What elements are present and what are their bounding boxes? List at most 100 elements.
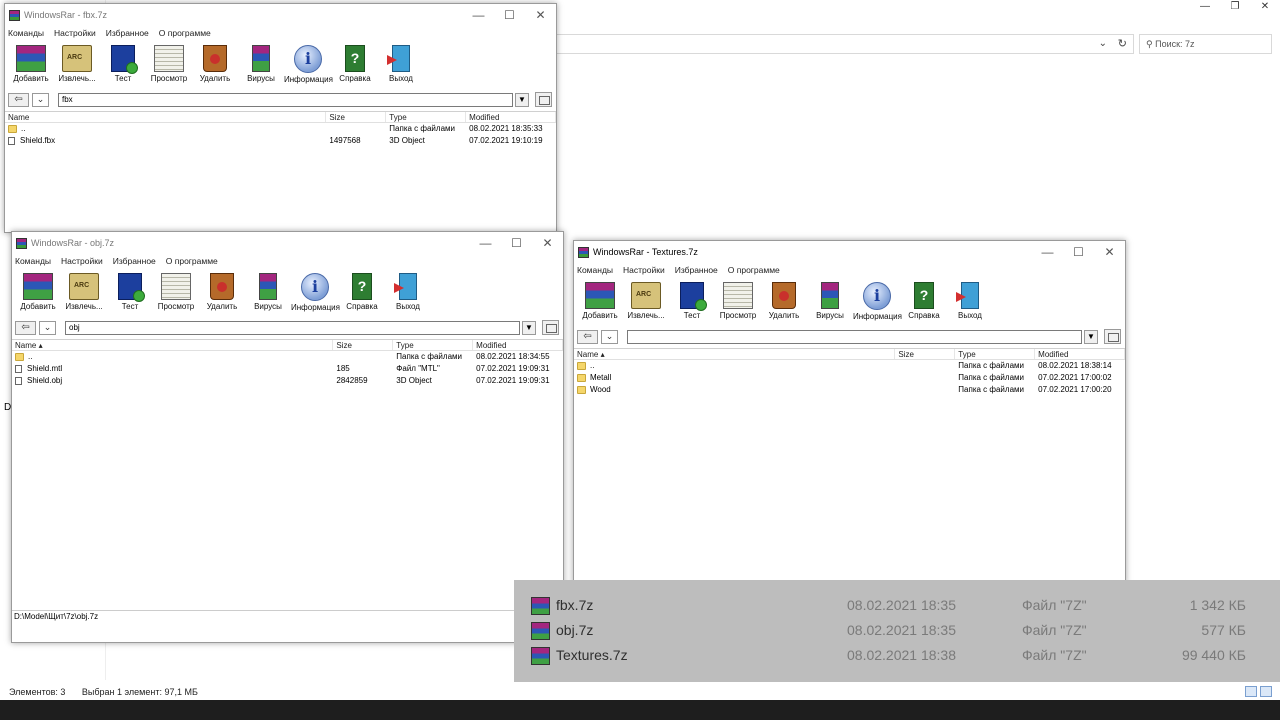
menu-commands[interactable]: Команды [577,263,613,277]
menu-favorites[interactable]: Избранное [106,26,149,40]
virus-scan-button[interactable]: Вирусы [245,270,291,319]
list-item[interactable]: Textures.7z 08.02.2021 18:38 Файл "7Z" 9… [514,644,1280,668]
help-button[interactable]: Справка [332,42,378,91]
folder-icon[interactable] [542,320,559,335]
col-type[interactable]: Type [955,349,1036,359]
explorer-search-input[interactable]: ⚲ Поиск: 7z [1139,34,1272,54]
table-row[interactable]: Shield.mtl 185 Файл "MTL" 07.02.2021 19:… [12,363,563,375]
test-button[interactable]: Тест [669,279,715,328]
col-name[interactable]: Name ▴ [574,349,896,359]
explorer-address-bar[interactable]: ⌄ ↻ [556,34,1134,54]
minimize-icon[interactable]: — [1032,241,1063,263]
list-item[interactable]: fbx.7z 08.02.2021 18:35 Файл "7Z" 1 342 … [514,594,1280,618]
menu-commands[interactable]: Команды [15,254,51,268]
col-modified[interactable]: Modified [466,112,556,122]
list-item[interactable]: obj.7z 08.02.2021 18:35 Файл "7Z" 577 КБ [514,619,1280,643]
maximize-icon[interactable]: ☐ [501,232,532,254]
folder-icon[interactable] [1104,329,1121,344]
details-view-icon[interactable] [1245,686,1257,697]
view-button[interactable]: Просмотр [146,42,192,91]
path-dropdown-icon[interactable]: ▼ [1084,330,1098,344]
delete-button[interactable]: Удалить [761,279,807,328]
chevron-down-icon[interactable]: ⌄ [39,321,56,335]
help-button[interactable]: Справка [901,279,947,328]
exit-button[interactable]: Выход [378,42,424,91]
table-row[interactable]: Shield.fbx 1497568 3D Object 07.02.2021 … [5,135,556,147]
chevron-down-icon[interactable]: ⌄ [601,330,618,344]
info-button[interactable]: Информация [853,279,902,328]
table-row[interactable]: .. Папка с файлами 08.02.2021 18:34:55 [12,351,563,363]
col-size[interactable]: Size [895,349,956,359]
delete-button[interactable]: Удалить [199,270,245,319]
path-dropdown-icon[interactable]: ▼ [515,93,529,107]
info-button[interactable]: Информация [284,42,333,91]
minimize-icon[interactable]: — [470,232,501,254]
refresh-icon[interactable]: ↻ [1118,37,1127,50]
exit-button[interactable]: Выход [385,270,431,319]
close-icon[interactable]: ✕ [1250,0,1280,14]
menu-commands[interactable]: Команды [8,26,44,40]
table-row[interactable]: .. Папка с файлами 08.02.2021 18:35:33 [5,123,556,135]
col-name[interactable]: Name [5,112,327,122]
menu-settings[interactable]: Настройки [61,254,103,268]
test-button[interactable]: Тест [107,270,153,319]
menu-about[interactable]: О программе [159,26,211,40]
info-button[interactable]: Информация [291,270,340,319]
folder-icon[interactable] [535,92,552,107]
minimize-icon[interactable]: — [463,4,494,26]
back-arrow-icon[interactable]: ⇦ [8,93,29,107]
table-row[interactable]: .. Папка с файлами 08.02.2021 18:38:14 [574,360,1125,372]
titlebar[interactable]: WindowsRar - fbx.7z — ☐ ✕ [5,4,556,26]
extract-button[interactable]: Извлечь... [61,270,107,319]
titlebar[interactable]: WindowsRar - obj.7z — ☐ ✕ [12,232,563,254]
col-modified[interactable]: Modified [1035,349,1125,359]
minimize-icon[interactable]: — [1190,0,1220,14]
col-type[interactable]: Type [393,340,474,350]
virus-scan-button[interactable]: Вирусы [238,42,284,91]
path-input[interactable]: obj [65,321,520,335]
maximize-icon[interactable]: ☐ [494,4,525,26]
table-row[interactable]: Metall Папка с файлами 07.02.2021 17:00:… [574,372,1125,384]
maximize-icon[interactable]: ☐ [1063,241,1094,263]
table-row[interactable]: Shield.obj 2842859 3D Object 07.02.2021 … [12,375,563,387]
col-modified[interactable]: Modified [473,340,563,350]
menu-settings[interactable]: Настройки [54,26,96,40]
menu-favorites[interactable]: Избранное [675,263,718,277]
menu-favorites[interactable]: Избранное [113,254,156,268]
col-size[interactable]: Size [326,112,387,122]
table-row[interactable]: Wood Папка с файлами 07.02.2021 17:00:20 [574,384,1125,396]
exit-button[interactable]: Выход [947,279,993,328]
add-button[interactable]: Добавить [577,279,623,328]
row-name: .. [28,352,33,361]
test-button[interactable]: Тест [100,42,146,91]
close-icon[interactable]: ✕ [525,4,556,26]
add-button[interactable]: Добавить [8,42,54,91]
titlebar[interactable]: WindowsRar - Textures.7z — ☐ ✕ [574,241,1125,263]
back-arrow-icon[interactable]: ⇦ [577,330,598,344]
col-name[interactable]: Name ▴ [12,340,334,350]
back-arrow-icon[interactable]: ⇦ [15,321,36,335]
tiles-view-icon[interactable] [1260,686,1272,697]
menu-about[interactable]: О программе [728,263,780,277]
extract-button[interactable]: Извлечь... [623,279,669,328]
extract-button[interactable]: Извлечь... [54,42,100,91]
col-type[interactable]: Type [386,112,467,122]
view-button[interactable]: Просмотр [715,279,761,328]
menu-settings[interactable]: Настройки [623,263,665,277]
view-button[interactable]: Просмотр [153,270,199,319]
path-input[interactable]: fbx [58,93,513,107]
close-icon[interactable]: ✕ [1094,241,1125,263]
menu-about[interactable]: О программе [166,254,218,268]
restore-icon[interactable]: ❐ [1220,0,1250,14]
add-button[interactable]: Добавить [15,270,61,319]
chevron-down-icon[interactable]: ⌄ [32,93,49,107]
col-size[interactable]: Size [333,340,394,350]
delete-label: Удалить [199,74,231,83]
path-dropdown-icon[interactable]: ▼ [522,321,536,335]
help-button[interactable]: Справка [339,270,385,319]
virus-scan-button[interactable]: Вирусы [807,279,853,328]
delete-button[interactable]: Удалить [192,42,238,91]
close-icon[interactable]: ✕ [532,232,563,254]
path-input[interactable] [627,330,1082,344]
chevron-down-icon[interactable]: ⌄ [1099,38,1107,49]
